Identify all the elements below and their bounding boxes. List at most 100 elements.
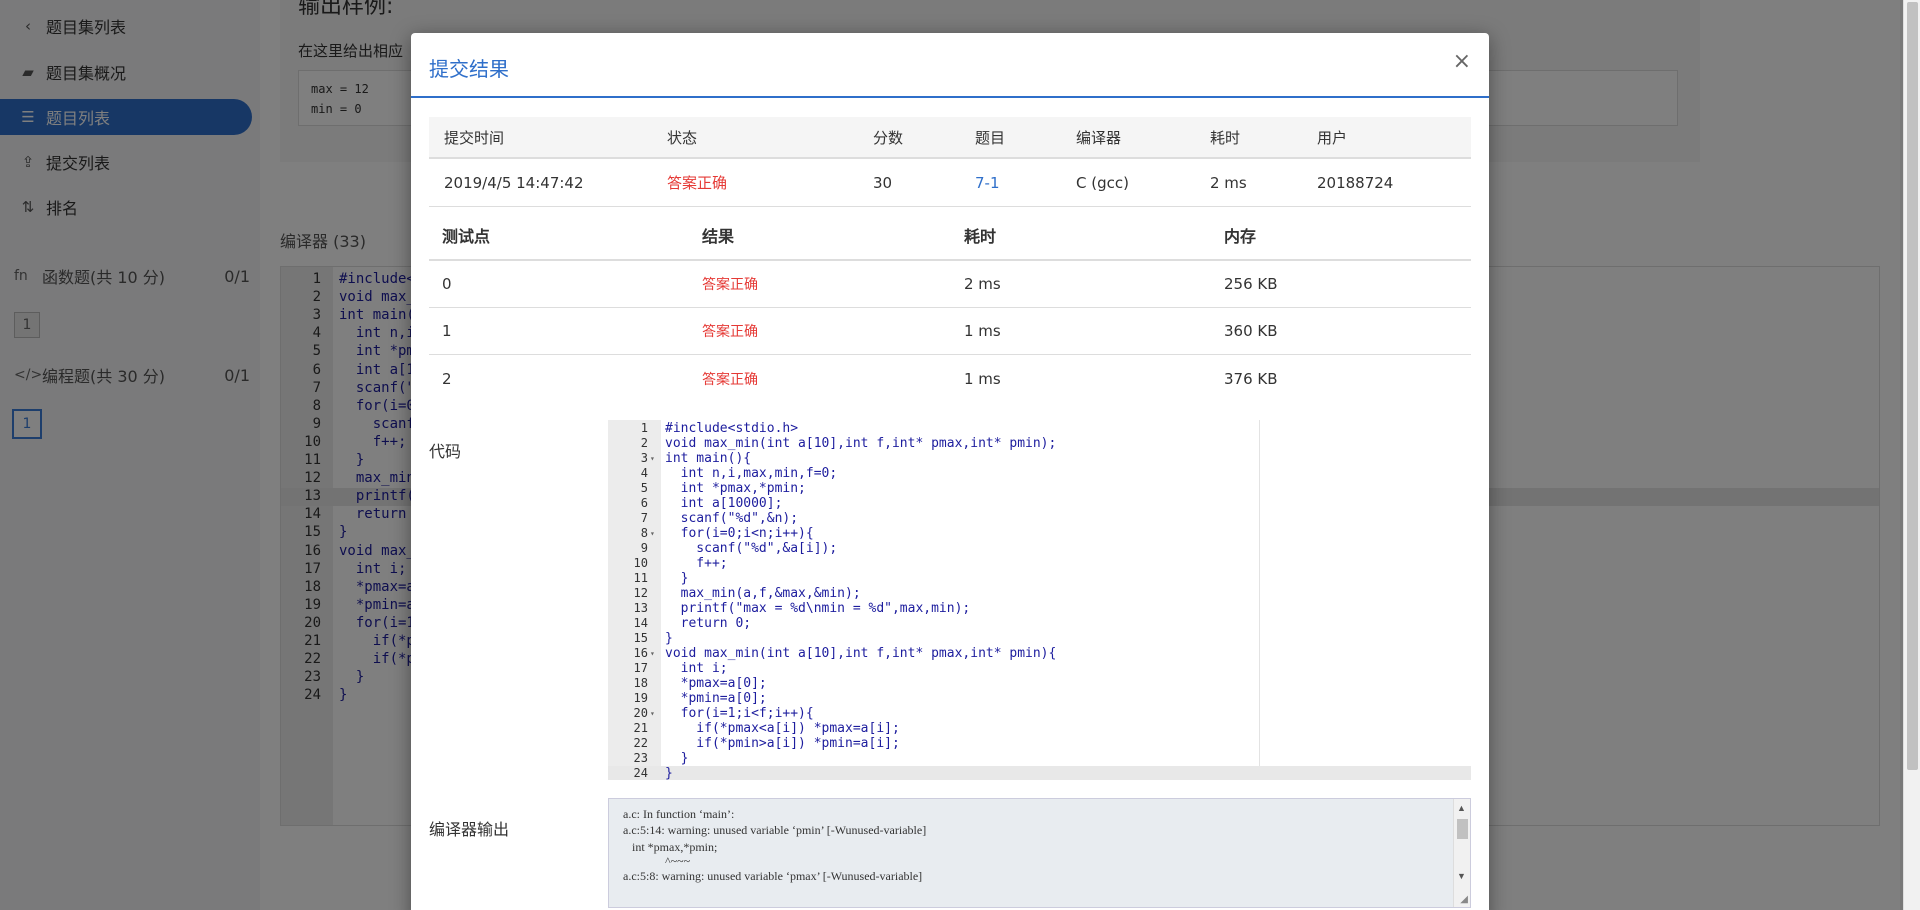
line-number: 1	[640, 421, 648, 435]
code-line: 6 int a[10000];	[608, 496, 1471, 511]
code-line: 3 ▾ int main(){	[608, 451, 1471, 466]
fold-toggle-icon[interactable]: ▾	[650, 706, 660, 721]
compiler-output-line: a.c:5:14: warning: unused variable ‘pmin…	[623, 823, 927, 837]
page-scrollbar[interactable]	[1903, 0, 1920, 910]
line-number: 21	[633, 721, 648, 735]
output-scrollbar[interactable]: ▲ ▼	[1453, 799, 1470, 907]
fold-toggle-icon[interactable]: ▾	[650, 646, 660, 661]
test-memory: 360 KB	[1224, 322, 1278, 340]
line-number: 11	[633, 571, 648, 585]
scroll-up-icon[interactable]: ▲	[1457, 803, 1466, 813]
line-number: 6	[640, 496, 648, 510]
compiler-output-label: 编译器输出	[429, 820, 510, 839]
table-row: 2019/4/5 14:47:42 答案正确 30 7-1 C (gcc) 2 …	[429, 159, 1471, 207]
code-line: 24}	[608, 766, 1471, 780]
code-label: 代码	[429, 442, 462, 461]
line-number: 9	[640, 541, 648, 555]
compiler: C (gcc)	[1076, 173, 1129, 192]
line-number: 3	[640, 451, 648, 465]
line-number: 23	[633, 751, 648, 765]
col-result: 结果	[702, 227, 735, 246]
col-user: 用户	[1317, 128, 1348, 147]
compiler-output-line: ^~~~	[623, 854, 691, 868]
test-case-table: 测试点 结果 耗时 内存 0 答案正确 2 ms 256 KB 1 答案正确 1…	[429, 211, 1471, 402]
code-line: 13 printf("max = %d\nmin = %d",max,min);	[608, 601, 1471, 616]
compiler-output-line: int *pmax,*pmin;	[623, 840, 718, 854]
code-line: 7 scanf("%d",&n);	[608, 511, 1471, 526]
col-memory: 内存	[1224, 227, 1257, 246]
line-number: 13	[633, 601, 648, 615]
submitted-code-viewer[interactable]: 1 #include<stdio.h> 2 void max_min(int a[10…	[608, 420, 1471, 780]
fold-toggle-icon[interactable]: ▾	[650, 526, 660, 541]
code-line: 9 scanf("%d",&a[i]);	[608, 541, 1471, 556]
code-text: return 0;	[665, 616, 752, 631]
scroll-down-icon[interactable]: ▼	[1457, 871, 1466, 881]
code-text: max_min(a,f,&max,&min);	[665, 586, 861, 601]
col-problem: 题目	[975, 128, 1006, 147]
code-line: 22 if(*pmin>a[i]) *pmin=a[i];	[608, 736, 1471, 751]
code-text: }	[665, 571, 689, 586]
code-text: }	[665, 631, 673, 646]
code-text: scanf("%d",&a[i]);	[665, 541, 838, 556]
close-icon[interactable]: ×	[1453, 51, 1471, 73]
code-line: 11 }	[608, 571, 1471, 586]
col-status: 状态	[667, 128, 698, 147]
compiler-output-line: a.c:5:8: warning: unused variable ‘pmax’…	[623, 869, 923, 883]
line-number: 14	[633, 616, 648, 630]
code-line: 4 int n,i,max,min,f=0;	[608, 466, 1471, 481]
code-text: int n,i,max,min,f=0;	[665, 466, 838, 481]
line-number: 5	[640, 481, 648, 495]
code-line: 20 ▾ for(i=1;i<f;i++){	[608, 706, 1471, 721]
code-text: int *pmax,*pmin;	[665, 481, 806, 496]
code-text: int main(){	[665, 451, 752, 466]
col-time: 耗时	[964, 227, 997, 246]
table-row: 1 答案正确 1 ms 360 KB	[429, 308, 1471, 355]
line-number: 18	[633, 676, 648, 690]
code-text: }	[665, 751, 689, 766]
col-submit-time: 提交时间	[444, 128, 505, 147]
fold-toggle-icon[interactable]: ▾	[650, 451, 660, 466]
output-scroll-thumb[interactable]	[1457, 819, 1468, 839]
code-line: 17 int i;	[608, 661, 1471, 676]
code-line: 18 *pmax=a[0];	[608, 676, 1471, 691]
code-line: 1 #include<stdio.h>	[608, 421, 1471, 436]
compiler-output-line: a.c: In function ‘main’:	[623, 807, 735, 821]
line-number: 12	[633, 586, 648, 600]
code-text: }	[665, 766, 673, 780]
submission-result-modal: 提交结果 × 提交时间 状态 分数 题目 编译器 耗时 用户 2019/4/5 …	[411, 33, 1489, 910]
code-text: int i;	[665, 661, 728, 676]
line-number: 17	[633, 661, 648, 675]
line-number: 20	[633, 706, 648, 720]
test-result: 答案正确	[702, 324, 758, 340]
line-number: 15	[633, 631, 648, 645]
code-line: 19 *pmin=a[0];	[608, 691, 1471, 706]
code-text: printf("max = %d\nmin = %d",max,min);	[665, 601, 971, 616]
code-text: scanf("%d",&n);	[665, 511, 799, 526]
line-number: 24	[633, 766, 648, 780]
resize-handle-icon[interactable]: ◢	[1460, 894, 1468, 905]
compiler-output-box[interactable]: ▲ ▼ ◢ a.c: In function ‘main’: a.c:5:14: …	[608, 798, 1471, 908]
line-number: 10	[633, 556, 648, 570]
code-line: 10 f++;	[608, 556, 1471, 571]
problem-link[interactable]: 7-1	[975, 159, 1000, 206]
code-text: int a[10000];	[665, 496, 783, 511]
col-score: 分数	[873, 128, 904, 147]
scrollbar-thumb[interactable]	[1907, 2, 1918, 770]
score: 30	[873, 173, 893, 192]
submission-table: 提交时间 状态 分数 题目 编译器 耗时 用户 2019/4/5 14:47:4…	[429, 117, 1471, 207]
line-number: 8	[640, 526, 648, 540]
code-text: void max_min(int a[10],int f,int* pmax,i…	[665, 646, 1057, 661]
test-point-id: 2	[442, 369, 452, 388]
code-text: f++;	[665, 556, 728, 571]
submit-time: 2019/4/5 14:47:42	[444, 173, 584, 192]
code-text: if(*pmin>a[i]) *pmin=a[i];	[665, 736, 900, 751]
code-text: for(i=0;i<n;i++){	[665, 526, 814, 541]
status-badge: 答案正确	[667, 174, 728, 192]
duration: 2 ms	[1210, 173, 1247, 192]
code-line: 12 max_min(a,f,&max,&min);	[608, 586, 1471, 601]
col-test-point: 测试点	[442, 227, 491, 246]
code-text: *pmin=a[0];	[665, 691, 767, 706]
test-memory: 376 KB	[1224, 369, 1278, 388]
code-line: 15}	[608, 631, 1471, 646]
col-compiler: 编译器	[1076, 128, 1122, 147]
